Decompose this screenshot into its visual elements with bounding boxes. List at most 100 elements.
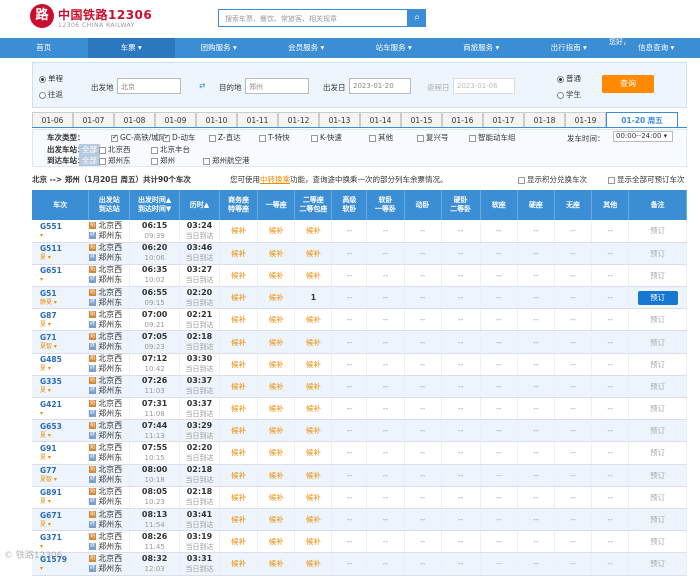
- book-cell[interactable]: 预订: [629, 486, 687, 508]
- date-tab[interactable]: 01-18: [524, 112, 565, 127]
- second-class-cell[interactable]: 候补: [295, 309, 332, 331]
- book-button[interactable]: 预订: [650, 249, 665, 258]
- train-number[interactable]: G87: [40, 311, 57, 320]
- first-class-cell[interactable]: 候补: [258, 375, 295, 397]
- book-button[interactable]: 预订: [650, 426, 665, 435]
- business-seat-cell[interactable]: 候补: [220, 242, 258, 264]
- date-tab[interactable]: 01-10: [196, 112, 237, 127]
- first-class-cell[interactable]: 候补: [258, 242, 295, 264]
- first-class-cell[interactable]: 候补: [258, 309, 295, 331]
- second-class-cell[interactable]: 候补: [295, 264, 332, 286]
- train-number[interactable]: G653: [40, 422, 62, 431]
- second-class-cell[interactable]: 候补: [295, 353, 332, 375]
- book-button[interactable]: 预订: [650, 471, 665, 480]
- date-tab[interactable]: 01-20 周五: [606, 112, 678, 127]
- date-tab[interactable]: 01-17: [483, 112, 524, 127]
- train-type-option[interactable]: T-特快: [259, 132, 290, 143]
- departure-all-button[interactable]: 全部: [79, 144, 100, 155]
- business-seat-cell[interactable]: 候补: [220, 508, 258, 530]
- date-tab[interactable]: 01-14: [360, 112, 401, 127]
- date-tab[interactable]: 01-08: [114, 112, 155, 127]
- first-class-cell[interactable]: 候补: [258, 442, 295, 464]
- date-tab[interactable]: 01-15: [401, 112, 442, 127]
- business-seat-cell[interactable]: 候补: [220, 264, 258, 286]
- search-input[interactable]: 搜索车票、餐饮、常旅客、相关规章: [218, 9, 408, 27]
- train-number-cell[interactable]: G91夏 ▾: [32, 442, 89, 464]
- normal-ticket-radio[interactable]: 普通: [557, 73, 581, 84]
- book-cell[interactable]: 预订: [629, 375, 687, 397]
- second-class-cell[interactable]: 候补: [295, 464, 332, 486]
- departure-station-option[interactable]: 北京丰台: [151, 144, 190, 155]
- book-cell[interactable]: 预订: [629, 331, 687, 353]
- student-ticket-radio[interactable]: 学生: [557, 89, 581, 100]
- book-button[interactable]: 预订: [638, 291, 678, 305]
- date-tab[interactable]: 01-13: [319, 112, 360, 127]
- train-number-cell[interactable]: G891夏 ▾: [32, 486, 89, 508]
- book-button[interactable]: 预订: [650, 404, 665, 413]
- book-cell[interactable]: 预订: [629, 420, 687, 442]
- first-class-cell[interactable]: 候补: [258, 508, 295, 530]
- second-class-cell[interactable]: 候补: [295, 331, 332, 353]
- business-seat-cell[interactable]: 候补: [220, 464, 258, 486]
- book-cell[interactable]: 预订: [629, 398, 687, 420]
- book-button[interactable]: 预订: [650, 315, 665, 324]
- departure-station-option[interactable]: 北京西: [99, 144, 131, 155]
- train-type-option[interactable]: D-动车: [163, 132, 195, 143]
- show-bookable-toggle[interactable]: 显示全部可预订车次: [608, 174, 685, 185]
- train-number-cell[interactable]: G485夏 ▾: [32, 353, 89, 375]
- book-cell[interactable]: 预订: [629, 287, 687, 309]
- first-class-cell[interactable]: 候补: [258, 398, 295, 420]
- train-number[interactable]: G71: [40, 333, 57, 342]
- business-seat-cell[interactable]: 候补: [220, 353, 258, 375]
- business-seat-cell[interactable]: 候补: [220, 486, 258, 508]
- book-button[interactable]: 预订: [650, 537, 665, 546]
- date-tab[interactable]: 01-09: [155, 112, 196, 127]
- nav-item[interactable]: 出行指南 ▾: [525, 38, 613, 58]
- train-number[interactable]: G671: [40, 511, 62, 520]
- train-number[interactable]: G51: [40, 289, 57, 298]
- book-cell[interactable]: 预订: [629, 309, 687, 331]
- nav-item[interactable]: 团购服务 ▾: [175, 38, 263, 58]
- train-number[interactable]: G421: [40, 400, 62, 409]
- train-number[interactable]: G371: [40, 533, 62, 542]
- business-seat-cell[interactable]: 候补: [220, 309, 258, 331]
- nav-item[interactable]: 会员服务 ▾: [263, 38, 351, 58]
- query-button[interactable]: 查询: [602, 75, 654, 93]
- second-class-cell[interactable]: 候补: [295, 508, 332, 530]
- book-cell[interactable]: 预订: [629, 353, 687, 375]
- second-class-cell[interactable]: 候补: [295, 442, 332, 464]
- date-tab[interactable]: 01-07: [73, 112, 114, 127]
- train-number-cell[interactable]: G77夏智 ▾: [32, 464, 89, 486]
- user-greeting[interactable]: 您好，: [609, 38, 630, 46]
- business-seat-cell[interactable]: 候补: [220, 442, 258, 464]
- first-class-cell[interactable]: 候补: [258, 353, 295, 375]
- book-cell[interactable]: 预订: [629, 442, 687, 464]
- return-date-field[interactable]: 2023-01-06: [453, 78, 515, 94]
- book-button[interactable]: 预订: [650, 226, 665, 235]
- search-button[interactable]: ⌕: [408, 9, 426, 27]
- train-number-cell[interactable]: G71夏智 ▾: [32, 331, 89, 353]
- train-type-option[interactable]: GC-高铁/城际: [111, 132, 166, 143]
- train-number-cell[interactable]: G671夏 ▾: [32, 508, 89, 530]
- book-button[interactable]: 预订: [650, 382, 665, 391]
- first-class-cell[interactable]: 候补: [258, 486, 295, 508]
- train-number[interactable]: G485: [40, 355, 62, 364]
- first-class-cell[interactable]: 候补: [258, 220, 295, 242]
- first-class-cell[interactable]: 候补: [258, 264, 295, 286]
- first-class-cell[interactable]: 候补: [258, 531, 295, 553]
- book-button[interactable]: 预订: [650, 338, 665, 347]
- train-number[interactable]: G651: [40, 266, 62, 275]
- business-seat-cell[interactable]: 候补: [220, 331, 258, 353]
- train-number-cell[interactable]: G335夏 ▾: [32, 375, 89, 397]
- first-class-cell[interactable]: 候补: [258, 287, 295, 309]
- book-button[interactable]: 预订: [650, 515, 665, 524]
- train-number-cell[interactable]: G551 ▾: [32, 220, 89, 242]
- date-tab[interactable]: 01-19: [565, 112, 606, 127]
- train-number[interactable]: G551: [40, 222, 62, 231]
- train-number-cell[interactable]: G653夏 ▾: [32, 420, 89, 442]
- to-field[interactable]: 郑州: [245, 78, 309, 94]
- nav-item[interactable]: 站车服务 ▾: [350, 38, 438, 58]
- second-class-cell[interactable]: 候补: [295, 531, 332, 553]
- train-type-option[interactable]: 其他: [369, 132, 393, 143]
- train-number[interactable]: G891: [40, 488, 62, 497]
